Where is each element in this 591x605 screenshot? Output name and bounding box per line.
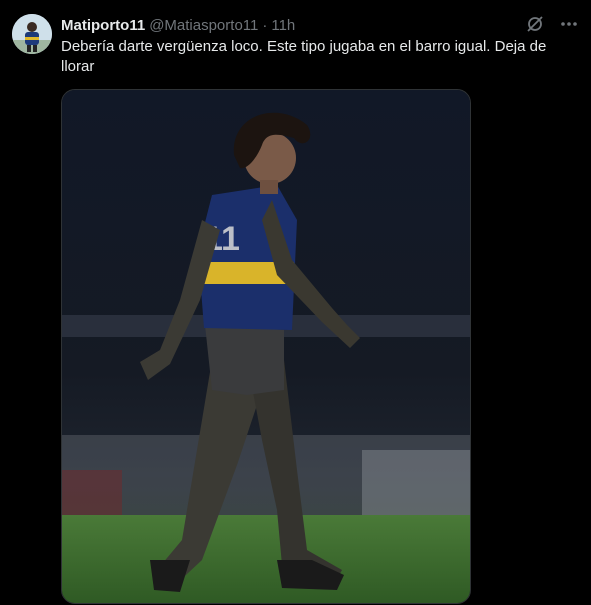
grok-icon[interactable]	[525, 14, 545, 34]
tweet-text: Debería darte vergüenza loco. Este tipo …	[61, 38, 547, 75]
tweet[interactable]: Matiporto11 @Matiasporto11 · 11h Debería…	[0, 0, 591, 605]
author-handle[interactable]: @Matiasporto11	[149, 17, 258, 34]
timestamp[interactable]: 11h	[271, 17, 295, 34]
user-avatar-icon	[12, 14, 52, 54]
separator-dot: ·	[262, 16, 268, 34]
tweet-media-photo[interactable]: 11	[61, 89, 471, 604]
tweet-actions	[525, 14, 579, 34]
avatar[interactable]	[12, 14, 52, 54]
author-name[interactable]: Matiporto11	[61, 17, 145, 34]
more-options-icon[interactable]	[559, 14, 579, 34]
tweet-header: Matiporto11 @Matiasporto11 · 11h	[61, 15, 579, 35]
football-player-photo: 11	[62, 90, 470, 603]
